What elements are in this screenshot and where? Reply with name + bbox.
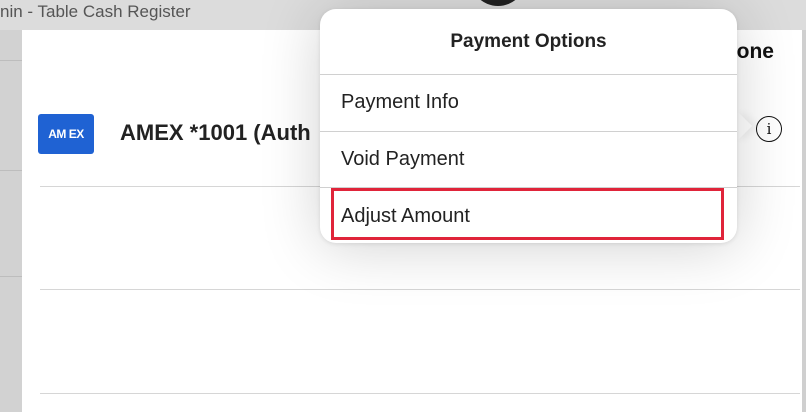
background-app-title: nin - Table Cash Register <box>0 2 191 21</box>
adjust-amount-highlight <box>331 188 724 240</box>
void-payment-menu-item[interactable]: Void Payment <box>341 148 464 171</box>
payment-options-popover: Payment Options Payment Info Void Paymen… <box>320 9 737 243</box>
background-avatar <box>470 0 526 6</box>
list-divider <box>40 289 800 290</box>
amex-card-icon: AM EX <box>38 114 94 154</box>
background-left-strip <box>0 30 22 412</box>
popover-divider <box>320 74 737 75</box>
popover-divider <box>320 131 737 132</box>
payment-info-menu-item[interactable]: Payment Info <box>341 91 459 114</box>
background-divider <box>0 60 22 61</box>
background-divider <box>0 276 22 277</box>
info-icon[interactable]: i <box>756 116 782 142</box>
done-button[interactable]: one <box>737 40 774 64</box>
background-divider <box>0 170 22 171</box>
popover-title: Payment Options <box>450 31 607 52</box>
background-right-strip <box>802 30 806 412</box>
list-divider <box>40 393 800 394</box>
